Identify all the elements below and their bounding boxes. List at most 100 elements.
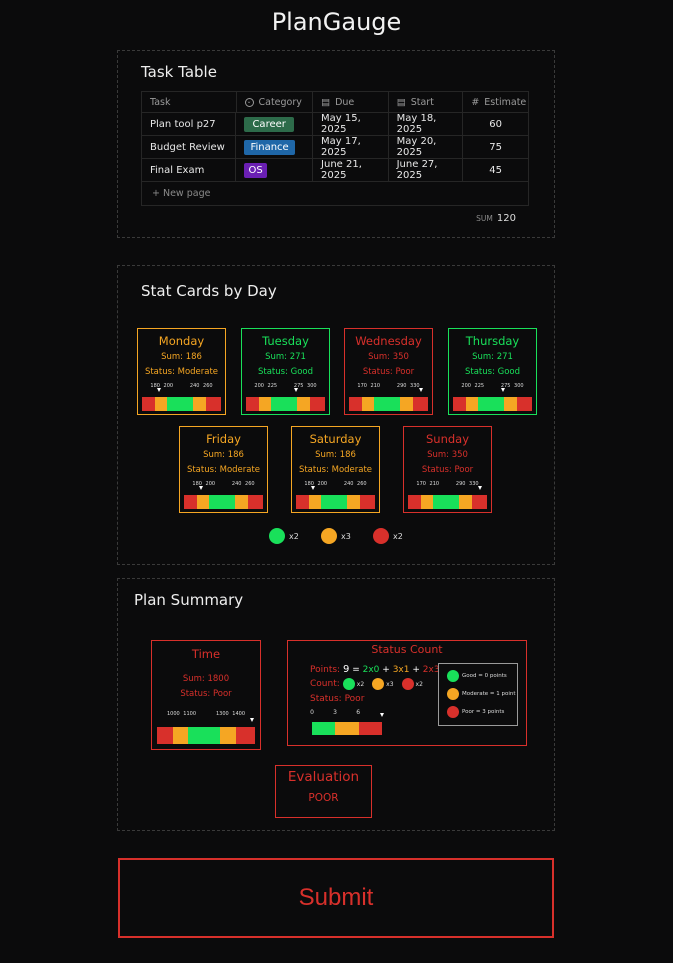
- gauge-tick-label: 1000: [166, 711, 180, 717]
- gauge-tick-label: 300: [514, 383, 524, 389]
- estimate-cell[interactable]: 75: [463, 136, 528, 158]
- gauge-ticks: 170 210 290 330: [408, 481, 487, 491]
- start-cell[interactable]: May 18, 2025: [389, 113, 464, 135]
- gauge-segment: [374, 397, 400, 411]
- gauge-bar: [246, 397, 325, 411]
- task-cell[interactable]: Budget Review: [142, 136, 237, 158]
- gauge-segment: [167, 397, 193, 411]
- gauge-segment: [408, 495, 421, 509]
- gauge-tick-label: 210: [370, 383, 381, 389]
- poor-dot-icon: [401, 678, 414, 690]
- gauge-ticks: 0 3 6: [310, 709, 382, 719]
- gauge-ticks: 200 225 275 300: [246, 383, 325, 393]
- sum-label: SUM: [476, 214, 493, 223]
- start-cell[interactable]: May 20, 2025: [389, 136, 464, 158]
- evaluation-value: POOR: [308, 792, 339, 804]
- points-value: 9: [342, 664, 350, 675]
- gauge-segment: [209, 495, 235, 509]
- points-line: Points: 9 = 2x0 + 3x1 + 2x3: [310, 664, 440, 675]
- gauge-tick-label: 1300: [215, 711, 229, 717]
- hash-icon: #: [471, 96, 480, 108]
- gauge-bar: [157, 727, 255, 744]
- card-status: Status: Moderate: [186, 465, 261, 475]
- due-cell[interactable]: June 21, 2025: [313, 159, 389, 181]
- gauge-segment: [296, 495, 309, 509]
- gauge-tick-label: 225: [474, 383, 485, 389]
- table-row[interactable]: Final Exam OS June 21, 2025 June 27, 202…: [142, 159, 528, 182]
- gauge-tick-label: 200: [254, 383, 264, 389]
- time-sum: Sum: 1800: [182, 674, 230, 684]
- gauge-segment: [142, 397, 155, 411]
- stat-cards-title: Stat Cards by Day: [141, 282, 277, 300]
- column-header-task[interactable]: Task: [142, 92, 237, 112]
- app-title: PlanGauge: [271, 8, 402, 36]
- task-cell[interactable]: Final Exam: [142, 159, 237, 181]
- gauge-tick-label: 170: [357, 383, 367, 389]
- gauge-segment: [297, 397, 310, 411]
- estimate-cell[interactable]: 60: [463, 113, 528, 135]
- estimate-cell[interactable]: 45: [463, 159, 528, 181]
- status-dot-icon: [321, 528, 337, 544]
- due-cell[interactable]: May 15, 2025: [313, 113, 389, 135]
- task-table: Task ⌄ Category ▤ Due ▤ Start # Estimate Pla…: [141, 91, 529, 206]
- gauge-segment: [517, 397, 532, 411]
- submit-button[interactable]: Submit: [118, 858, 554, 938]
- gauge-segment: [358, 722, 382, 735]
- gauge-segment: [259, 397, 271, 411]
- table-row[interactable]: Plan tool p27 Career May 15, 2025 May 18…: [142, 113, 528, 136]
- legend-item: x2: [373, 528, 403, 544]
- gauge-segment: [466, 397, 478, 411]
- gauge-segment: [472, 495, 487, 509]
- gauge-segment: [246, 397, 259, 411]
- gauge-segment: [188, 727, 221, 744]
- points-legend: Good = 0 points Moderate = 1 point Poor …: [438, 663, 518, 726]
- gauge-tick-label: 200: [317, 481, 328, 487]
- card-day: Tuesday: [262, 334, 309, 348]
- poor-dot-icon: [447, 706, 459, 718]
- gauge-pointer-icon: [477, 486, 482, 490]
- task-table-title: Task Table: [141, 63, 217, 81]
- category-cell[interactable]: Career: [236, 113, 314, 135]
- gauge-segment: [220, 727, 237, 744]
- table-row[interactable]: Budget Review Finance May 17, 2025 May 2…: [142, 136, 528, 159]
- gauge-pointer-icon: [294, 388, 299, 392]
- column-header-estimate[interactable]: # Estimate: [463, 92, 528, 112]
- gauge-ticks: 180 200 240 260: [142, 383, 221, 393]
- card-sum: Sum: 350: [368, 352, 409, 362]
- category-cell[interactable]: OS: [236, 159, 314, 181]
- legend-moderate: Moderate = 1 point: [447, 688, 516, 700]
- gauge-tick-label: 200: [205, 481, 216, 487]
- start-cell[interactable]: June 27, 2025: [389, 159, 464, 181]
- gauge-bar: [312, 722, 382, 735]
- column-header-category[interactable]: ⌄ Category: [237, 92, 314, 112]
- gauge-segment: [184, 495, 197, 509]
- card-day: Sunday: [425, 432, 470, 446]
- column-header-due[interactable]: ▤ Due: [313, 92, 389, 112]
- time-status: Status: Poor: [180, 689, 232, 699]
- card-status: Status: Moderate: [298, 465, 373, 475]
- task-cell[interactable]: Plan tool p27: [142, 113, 237, 135]
- card-sum: Sum: 186: [315, 450, 356, 460]
- card-status: Status: Moderate: [144, 367, 219, 377]
- time-title: Time: [191, 647, 221, 661]
- status-dot-icon: [269, 528, 285, 544]
- gauge-bar: [142, 397, 221, 411]
- new-page-row[interactable]: + New page: [142, 182, 528, 205]
- column-header-start[interactable]: ▤ Start: [389, 92, 464, 112]
- circle-chevron-icon: ⌄: [244, 97, 254, 107]
- card-day: Saturday: [309, 432, 362, 446]
- gauge-pointer-icon: [418, 388, 423, 392]
- good-dot-icon: [447, 670, 459, 682]
- category-cell[interactable]: Finance: [236, 136, 314, 158]
- card-sum: Sum: 186: [161, 352, 202, 362]
- gauge-ticks: 180 200 240 260: [184, 481, 263, 491]
- new-page-button[interactable]: + New page: [142, 188, 210, 199]
- gauge-tick-label: 290: [455, 481, 466, 487]
- gauge-segment: [459, 495, 472, 509]
- card-status: Status: Poor: [362, 367, 415, 377]
- due-cell[interactable]: May 17, 2025: [313, 136, 389, 158]
- stat-card-thursday: Thursday Sum: 271 Status: Good 200 225 275 300: [448, 328, 537, 415]
- category-tag: Career: [244, 116, 294, 132]
- status-dot-icon: [373, 528, 389, 544]
- gauge-pointer-icon: [156, 388, 161, 392]
